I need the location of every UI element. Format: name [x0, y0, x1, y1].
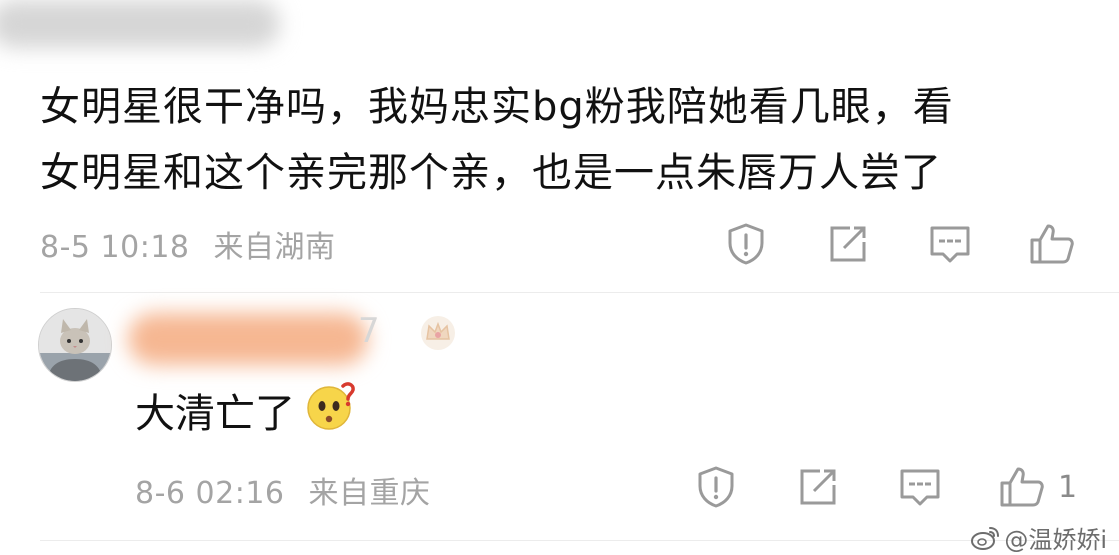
comment-button[interactable] — [894, 463, 946, 511]
like-button[interactable] — [1026, 220, 1078, 268]
comment-location: 来自湖南 — [213, 230, 336, 265]
comment-icon — [900, 469, 940, 506]
reply-body: 大清亡了 — [135, 380, 357, 447]
comment-meta: 8-5 10:18 来自湖南 — [40, 222, 336, 266]
weibo-logo-icon — [971, 526, 1000, 550]
reply-actions: 1 — [690, 463, 1077, 511]
watermark-text: @温娇娇i — [1004, 526, 1107, 554]
report-icon — [728, 223, 764, 265]
username-suffix: 7 — [358, 311, 380, 351]
redacted-username — [128, 313, 368, 365]
crown-badge-icon — [421, 316, 455, 350]
comment-timestamp: 8-5 10:18 — [40, 230, 190, 265]
comment-icon — [930, 226, 970, 263]
comment-text-line: 女明星和这个亲完那个亲，也是一点朱唇万人尝了 — [40, 150, 942, 196]
divider — [40, 540, 1119, 541]
reply-location: 来自重庆 — [308, 476, 431, 511]
report-button[interactable] — [690, 463, 742, 511]
comment-button[interactable] — [924, 220, 976, 268]
divider — [40, 292, 1119, 293]
cat-avatar-icon — [39, 309, 111, 381]
comment-body: 女明星很干净吗，我妈忠实bg粉我陪她看几眼，看 女明星和这个亲完那个亲，也是一点… — [40, 74, 1090, 206]
share-icon — [800, 469, 836, 505]
watermark: @温娇娇i — [970, 520, 1107, 555]
reply-timestamp: 8-6 02:16 — [135, 476, 285, 511]
confused-face-emoji-icon — [305, 380, 357, 447]
report-button[interactable] — [720, 220, 772, 268]
comment-thread: 女明星很干净吗，我妈忠实bg粉我陪她看几眼，看 女明星和这个亲完那个亲，也是一点… — [0, 0, 1119, 555]
avatar[interactable] — [38, 308, 112, 382]
like-icon — [1000, 467, 1044, 507]
report-icon — [698, 466, 734, 508]
comment-text-line: 女明星很干净吗，我妈忠实bg粉我陪她看几眼，看 — [40, 84, 954, 130]
like-icon — [1030, 224, 1074, 264]
like-count: 1 — [1058, 469, 1078, 505]
comment-actions — [720, 220, 1119, 268]
share-icon — [830, 226, 866, 262]
reply-username[interactable]: 7 — [128, 305, 468, 375]
reply-text: 大清亡了 — [135, 390, 295, 437]
redacted-username — [0, 0, 280, 48]
share-button[interactable] — [822, 220, 874, 268]
share-button[interactable] — [792, 463, 844, 511]
like-button[interactable] — [996, 463, 1048, 511]
reply-meta: 8-6 02:16 来自重庆 — [135, 468, 431, 512]
